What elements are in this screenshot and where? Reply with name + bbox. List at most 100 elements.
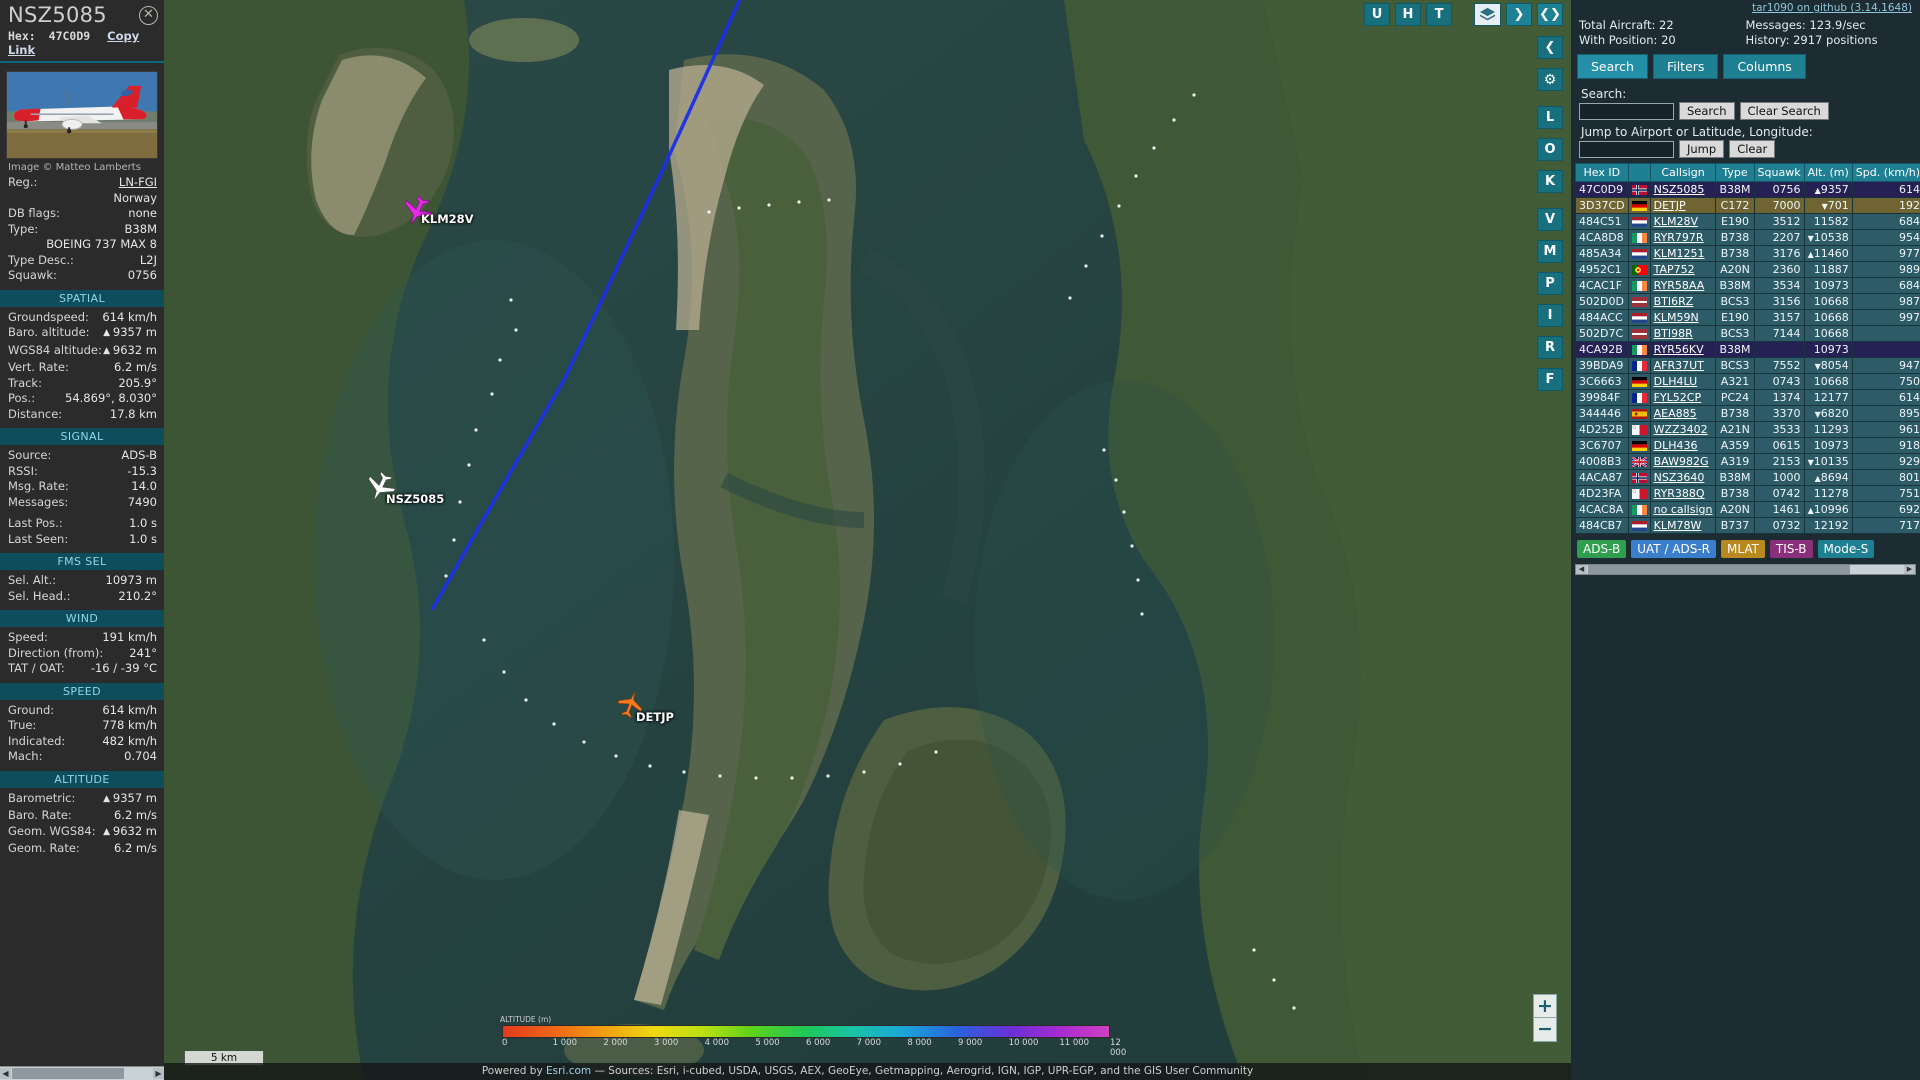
cell-callsign[interactable]: BTI98R [1649,325,1717,342]
table-header-squawk[interactable]: Squawk [1753,163,1805,182]
cell-callsign[interactable]: FYL52CP [1649,389,1717,406]
cell-callsign[interactable]: TAP752 [1649,261,1717,278]
cell-callsign[interactable]: AFR37UT [1649,357,1717,374]
callsign-link[interactable]: no callsign [1654,503,1713,516]
callsign-link[interactable]: AEA885 [1654,407,1697,420]
tab-search[interactable]: Search [1577,54,1648,79]
map-button-o[interactable]: O [1537,138,1563,161]
table-row[interactable]: 502D0DBTI6RZBCS3315610668987109.7-24.7 [1575,293,1920,310]
info-field-value[interactable]: LN-FGI [119,175,157,191]
map-button-p[interactable]: P [1537,272,1563,295]
scroll-thumb[interactable] [12,1068,124,1079]
table-header-flag[interactable] [1627,163,1651,182]
map-button-i[interactable]: I [1537,304,1563,327]
callsign-link[interactable]: KLM1251 [1654,247,1705,260]
cell-callsign[interactable]: KLM1251 [1649,245,1717,262]
cell-callsign[interactable]: KLM78W [1649,517,1717,534]
cell-callsign[interactable]: DLH4LU [1649,373,1717,390]
callsign-link[interactable]: BTI98R [1654,327,1693,340]
cell-callsign[interactable]: BAW982G [1649,453,1717,470]
scroll-thumb[interactable] [1588,565,1850,574]
cell-callsign[interactable]: RYR388Q [1649,485,1717,502]
callsign-link[interactable]: RYR797R [1654,231,1704,244]
cell-callsign[interactable]: NSZ5085 [1649,181,1717,198]
clear-jump-button[interactable]: Clear [1729,140,1776,158]
table-row[interactable]: 47C0D9NSZ5085B38M0756▲935761417.8-15.3 [1575,181,1920,198]
tab-columns[interactable]: Columns [1723,54,1806,79]
callsign-link[interactable]: BTI6RZ [1654,295,1694,308]
map-button-t[interactable]: T [1426,3,1452,26]
table-row[interactable]: 4952C1TAP752A20N23601188798998.9-21.6 [1575,261,1920,278]
callsign-link[interactable]: RYR56KV [1654,343,1704,356]
callsign-link[interactable]: RYR388Q [1654,487,1705,500]
callsign-link[interactable]: NSZ3640 [1654,471,1705,484]
callsign-link[interactable]: FYL52CP [1654,391,1702,404]
scroll-left-arrow-icon[interactable]: ◀ [1576,565,1587,574]
aircraft-marker-nsz5085[interactable]: NSZ5085 [364,471,444,508]
callsign-link[interactable]: DETJP [1654,199,1686,212]
table-row[interactable]: 484ACCKLM59NE190315710668997116.7-28.3 [1575,309,1920,326]
table-header-spd-km-h[interactable]: Spd. (km/h) [1851,163,1920,182]
jump-input[interactable] [1579,140,1674,158]
map-button-u[interactable]: U [1364,3,1390,26]
cell-callsign[interactable]: RYR58AA [1649,277,1717,294]
callsign-link[interactable]: RYR58AA [1654,279,1705,292]
aircraft-marker-detjp[interactable]: DETJP [616,688,674,724]
callsign-link[interactable]: DLH4LU [1654,375,1698,388]
clear-search-button[interactable]: Clear Search [1739,102,1829,120]
table-row[interactable]: 39984FFYL52CPPC24137412177614170.0-27.3 [1575,389,1920,406]
esri-link[interactable]: Esri.com [546,1065,591,1077]
collapse-sidebar-button[interactable]: ❮ [1537,36,1563,59]
zoom-in-button[interactable]: + [1533,994,1557,1018]
gear-icon[interactable]: ⚙ [1537,68,1563,91]
cell-callsign[interactable]: WZZ3402 [1649,421,1717,438]
legend-modes[interactable]: Mode-S [1817,540,1875,558]
callsign-link[interactable]: AFR37UT [1654,359,1704,372]
table-row[interactable]: 4CAC8Ano callsignA20N1461▲10996692-27.3 [1575,501,1920,518]
table-header-alt-m[interactable]: Alt. (m) [1803,163,1853,182]
table-row[interactable]: 4D252BWZZ3402A21N353311293961232.0-27.9 [1575,421,1920,438]
callsign-link[interactable]: TAP752 [1654,263,1695,276]
scroll-right-arrow-icon[interactable]: ▶ [153,1068,164,1079]
table-header-hex-id[interactable]: Hex ID [1575,163,1629,182]
cell-callsign[interactable]: KLM28V [1649,213,1717,230]
aircraft-table-wrapper[interactable]: Hex ID Callsign Type Squawk Alt. (m) Spd. (km… [1575,163,1920,534]
table-row[interactable]: 484C51KLM28VE19035121158268423.9-22.5 [1575,213,1920,230]
table-row[interactable]: 3D37CDDETJPC1727000▼70119222.2-21.1 [1575,197,1920,214]
github-link[interactable]: tar1090 on github (3.14.1648) [1752,2,1912,14]
zoom-out-button[interactable]: − [1533,1018,1557,1042]
legend-uat[interactable]: UAT / ADS-R [1631,540,1716,558]
callsign-link[interactable]: KLM28V [1654,215,1698,228]
callsign-link[interactable]: WZZ3402 [1654,423,1708,436]
toggle-sidebar-width-button[interactable]: ❮❯ [1537,3,1563,26]
table-row[interactable]: 344446AEA885B7383370▼6820895172.0-28.0 [1575,405,1920,422]
table-hscrollbar[interactable]: ◀ ▶ [1575,564,1916,575]
table-header-type[interactable]: Type [1715,163,1755,182]
scroll-left-arrow-icon[interactable]: ◀ [0,1068,11,1079]
close-icon[interactable]: ✕ [139,6,158,25]
callsign-link[interactable]: KLM59N [1654,311,1699,324]
map-button-r[interactable]: R [1537,336,1563,359]
search-button[interactable]: Search [1679,102,1735,120]
table-row[interactable]: 4008B3BAW982GA3192153▼10135929279.4-29.0 [1575,453,1920,470]
search-input[interactable] [1579,102,1674,120]
table-row[interactable]: 4CA8D8RYR797RB7382207▼1053895447.6-15.2 [1575,229,1920,246]
cell-callsign[interactable]: RYR797R [1649,229,1717,246]
table-row[interactable]: 4D23FARYR388QB738074211278751284.8-30.0 [1575,485,1920,502]
cell-callsign[interactable]: BTI6RZ [1649,293,1717,310]
table-row[interactable]: 39BDA9AFR37UTBCS37552▼8054947146.8-29.0 [1575,357,1920,374]
callsign-link[interactable]: KLM78W [1654,519,1702,532]
map-button-m[interactable]: M [1537,240,1563,263]
table-row[interactable]: 4CAC1FRYR58AAB38M353410973684104.5-25.9 [1575,277,1920,294]
legend-mlat[interactable]: MLAT [1721,540,1765,558]
table-row[interactable]: 3C6663DLH4LUA321074310668750155.9-25.8 [1575,373,1920,390]
left-panel-hscrollbar[interactable]: ◀ ▶ [0,1066,164,1080]
callsign-link[interactable]: NSZ5085 [1654,183,1705,196]
cell-callsign[interactable]: KLM59N [1649,309,1717,326]
cell-callsign[interactable]: no callsign [1649,501,1717,518]
cell-callsign[interactable]: DETJP [1649,197,1717,214]
cell-callsign[interactable]: AEA885 [1649,405,1717,422]
scroll-right-arrow-icon[interactable]: ▶ [1904,565,1915,574]
map-button-f[interactable]: F [1537,368,1563,391]
table-row[interactable]: 484CB7KLM78WB737073212192717-26.6 [1575,517,1920,534]
